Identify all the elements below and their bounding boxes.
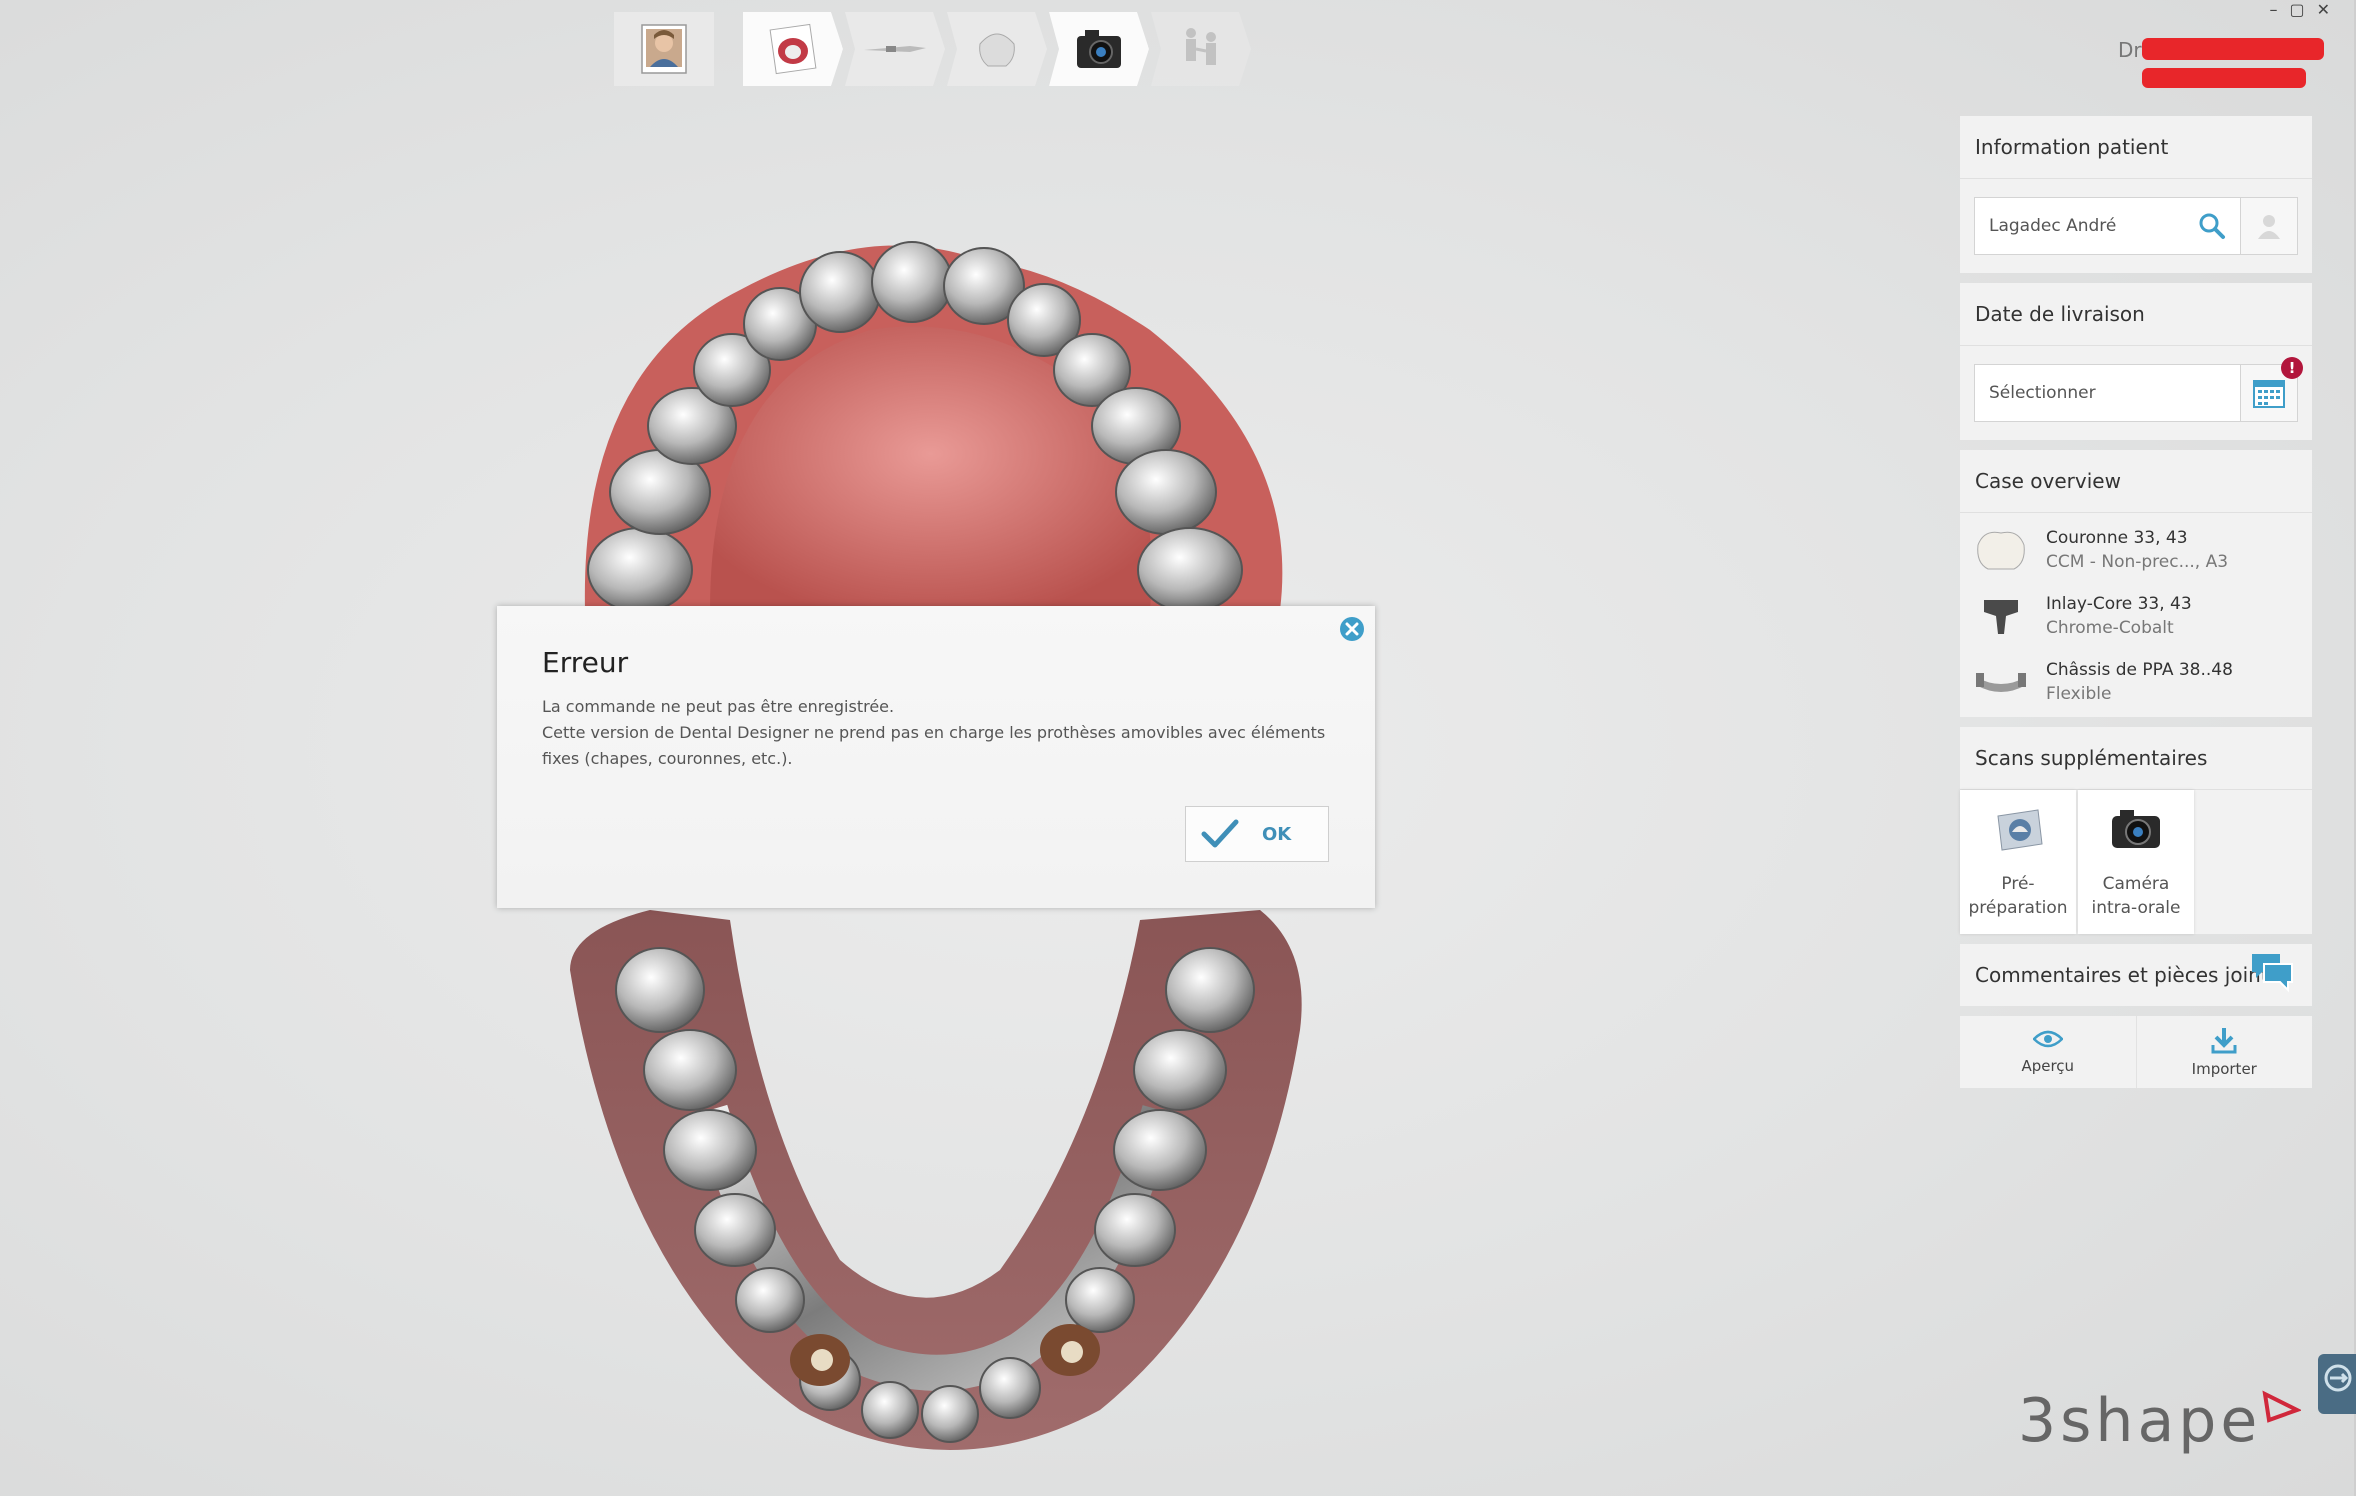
ok-button[interactable]: OK [1185,806,1329,862]
brand-triangle-icon [2262,1390,2302,1423]
patient-search-field[interactable]: Lagadec André [1974,197,2298,255]
patient-photo-icon [641,24,687,74]
delivery-date-header: Date de livraison [1960,283,2312,346]
patient-name-value[interactable]: Lagadec André [1975,216,2184,236]
scan-tile-pre-preparation[interactable]: Pré- préparation [1960,790,2076,934]
lower-jaw [570,910,1302,1450]
dialog-message-line: Cette version de Dental Designer ne pren… [542,723,1326,768]
user-prefix: Dr [2118,38,2142,62]
workflow-step-send[interactable] [1151,12,1251,86]
window-controls[interactable]: –▢✕ [2269,0,2342,19]
workflow-bar[interactable] [743,12,1253,86]
dialog-message-line: La commande ne peut pas être enregistrée… [542,697,895,716]
search-icon [2199,213,2225,239]
case-item[interactable]: Inlay-Core 33, 43 Chrome-Cobalt [1960,583,2312,649]
pre-preparation-icon [1997,809,2043,851]
close-window-button[interactable]: ✕ [2317,0,2342,19]
case-item[interactable]: Couronne 33, 43 CCM - Non-prec..., A3 [1960,517,2312,583]
people-icon [1186,28,1216,65]
download-icon [2211,1028,2237,1054]
ok-label: OK [1262,823,1292,845]
case-item-subtitle: Chrome-Cobalt [2046,618,2174,638]
dialog-message: La commande ne peut pas être enregistrée… [542,694,1332,772]
dental-model-icon [769,23,817,75]
calendar-icon [2253,380,2285,408]
workflow-step-model[interactable] [743,12,843,86]
eye-icon [2032,1030,2063,1048]
brand-logo-text: 3shape [2018,1386,2262,1456]
additional-scans-section: Scans supplémentaires Pré- préparation C… [1960,727,2312,934]
minimize-button[interactable]: – [2269,0,2289,19]
dental-cap-icon [979,33,1015,67]
maximize-button[interactable]: ▢ [2289,0,2316,19]
workflow-step-impression[interactable] [845,12,945,86]
scan-tile-label: préparation [1968,898,2068,918]
case-item-title: Châssis de PPA 38..48 [2046,660,2233,680]
user-silhouette-icon [2258,215,2280,239]
scan-tile-intraoral-camera[interactable]: Caméra intra-orale [2078,790,2194,934]
case-item-subtitle: CCM - Non-prec..., A3 [2046,552,2229,572]
delivery-date-field[interactable]: Sélectionner ! [1974,357,2303,422]
import-button[interactable]: Importer [2135,1016,2313,1088]
preview-button[interactable]: Aperçu [1960,1016,2136,1088]
close-icon[interactable] [1339,616,1365,642]
workflow-step-patient[interactable] [614,12,714,86]
chat-bubbles-icon[interactable] [2250,950,2296,994]
workflow-step-scan[interactable] [1049,12,1149,86]
camera-icon [1077,30,1121,68]
partial-frame-icon [1976,673,2026,692]
scan-tile-label: intra-orale [2091,898,2181,918]
patient-profile-button[interactable] [2240,198,2297,254]
checkmark-icon [1201,819,1239,848]
case-item[interactable]: Châssis de PPA 38..48 Flexible [1960,649,2312,715]
required-badge: ! [2281,357,2303,379]
scan-tile-label: Caméra [2102,874,2170,894]
search-button[interactable] [2184,198,2240,254]
scan-tile-label: Pré- [2001,874,2035,894]
case-item-title: Couronne 33, 43 [2046,528,2188,548]
delivery-date-placeholder[interactable]: Sélectionner [1975,383,2240,403]
dialog-title: Erreur [542,646,629,679]
remote-support-tab[interactable] [2318,1354,2356,1414]
inlay-core-icon [1984,600,2018,634]
user-name: Dr [2118,38,2142,62]
brand-logo: 3shape [2018,1386,2302,1456]
right-panel: Information patient Lagadec André Date d… [1960,116,2312,1088]
crown-icon [1977,531,2025,570]
comments-actions: Aperçu Importer [1960,1016,2312,1088]
error-dialog: Erreur La commande ne peut pas être enre… [497,606,1375,908]
arrows-icon [2324,1364,2352,1392]
patient-info-header: Information patient [1960,116,2312,179]
implant-icon [864,46,926,52]
additional-scans-header: Scans supplémentaires [1960,727,2312,790]
preview-label: Aperçu [2021,1057,2075,1075]
upper-jaw [584,241,1283,613]
case-item-subtitle: Flexible [2046,684,2112,704]
case-overview-section: Case overview Couronne 33, 43 CCM - Non-… [1960,450,2312,717]
redaction-mark [2142,38,2324,60]
delivery-date-section: Date de livraison Sélectionner ! [1960,283,2312,440]
workflow-step-design[interactable] [947,12,1047,86]
workflow-patient[interactable] [614,12,716,86]
case-item-title: Inlay-Core 33, 43 [2046,594,2192,614]
comments-section[interactable]: Commentaires et pièces jointes [1960,944,2312,1006]
case-overview-header: Case overview [1960,450,2312,513]
intraoral-camera-icon [2112,810,2160,848]
patient-info-section: Information patient Lagadec André [1960,116,2312,273]
import-label: Importer [2191,1060,2257,1078]
redaction-mark [2142,68,2306,88]
